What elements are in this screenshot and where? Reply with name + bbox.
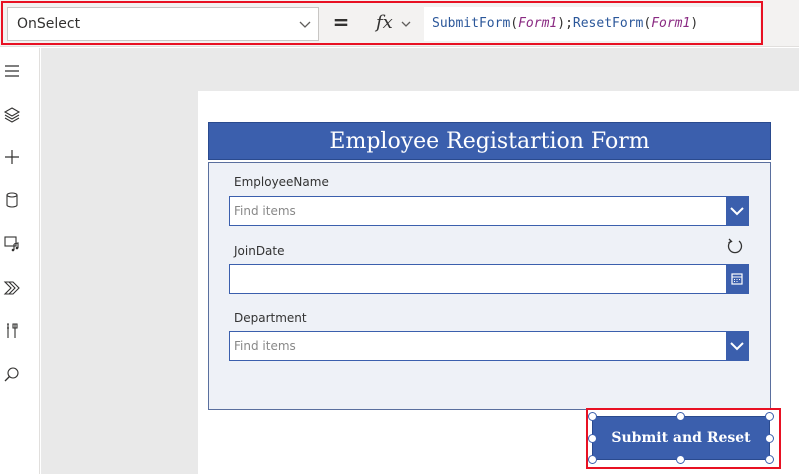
layers-icon[interactable] [3, 106, 21, 124]
property-dropdown[interactable]: OnSelect [7, 7, 319, 41]
function-resetform: ResetForm [572, 16, 644, 31]
join-date-picker[interactable] [229, 264, 749, 294]
formula-text: SubmitForm(Form1);ResetForm(Form1) [432, 16, 698, 31]
department-combobox[interactable]: Find items [229, 331, 749, 361]
submit-button-label: Submit and Reset [611, 430, 751, 446]
chevron-down-icon [299, 21, 311, 28]
submit-and-reset-button[interactable]: Submit and Reset [592, 416, 770, 460]
search-icon[interactable] [3, 366, 21, 384]
employee-name-label: EmployeeName [234, 175, 329, 189]
form-title: Employee Registartion Form [329, 129, 650, 154]
employee-name-dropdown-button[interactable] [726, 197, 748, 225]
resize-handle[interactable] [588, 434, 597, 443]
department-dropdown-button[interactable] [726, 332, 748, 360]
tools-icon[interactable] [3, 322, 21, 340]
power-automate-icon[interactable] [3, 278, 21, 296]
resize-handle[interactable] [765, 412, 774, 421]
chevron-down-icon [730, 207, 744, 216]
employee-name-combobox[interactable]: Find items [229, 196, 749, 226]
argument-form1: Form1 [651, 16, 691, 31]
formula-bar: OnSelect = fx SubmitForm(Form1);ResetFor… [0, 0, 799, 47]
function-submitform: SubmitForm [432, 16, 511, 31]
chevron-down-icon [730, 342, 744, 351]
calendar-button[interactable] [726, 265, 748, 293]
fx-icon: fx [376, 12, 393, 33]
paren-open: ( [510, 16, 519, 31]
form-title-label[interactable]: Employee Registartion Form [208, 122, 771, 160]
join-date-label: JoinDate [234, 244, 285, 258]
resize-handle[interactable] [676, 455, 685, 464]
left-rail [0, 48, 40, 474]
media-icon[interactable] [3, 234, 21, 252]
resize-handle[interactable] [765, 434, 774, 443]
plus-icon[interactable] [3, 148, 21, 166]
paren-close: ) [690, 16, 699, 31]
formula-input[interactable]: SubmitForm(Form1);ResetForm(Form1) [424, 7, 760, 41]
calendar-icon [731, 273, 743, 285]
department-placeholder: Find items [234, 339, 296, 353]
resize-handle[interactable] [676, 412, 685, 421]
database-icon[interactable] [3, 191, 21, 209]
resize-handle[interactable] [765, 455, 774, 464]
resize-handle[interactable] [588, 455, 597, 464]
separator: ); [557, 16, 573, 31]
equals-sign: = [332, 10, 350, 34]
employee-name-placeholder: Find items [234, 204, 296, 218]
hamburger-icon[interactable] [3, 62, 21, 80]
resize-handle[interactable] [588, 412, 597, 421]
chevron-down-icon [401, 21, 411, 27]
department-label: Department [234, 311, 307, 325]
fx-button[interactable]: fx [362, 7, 424, 41]
paren-open: ( [643, 16, 652, 31]
property-value: OnSelect [17, 16, 81, 32]
argument-form1: Form1 [518, 16, 558, 31]
reset-icon[interactable] [726, 237, 744, 255]
